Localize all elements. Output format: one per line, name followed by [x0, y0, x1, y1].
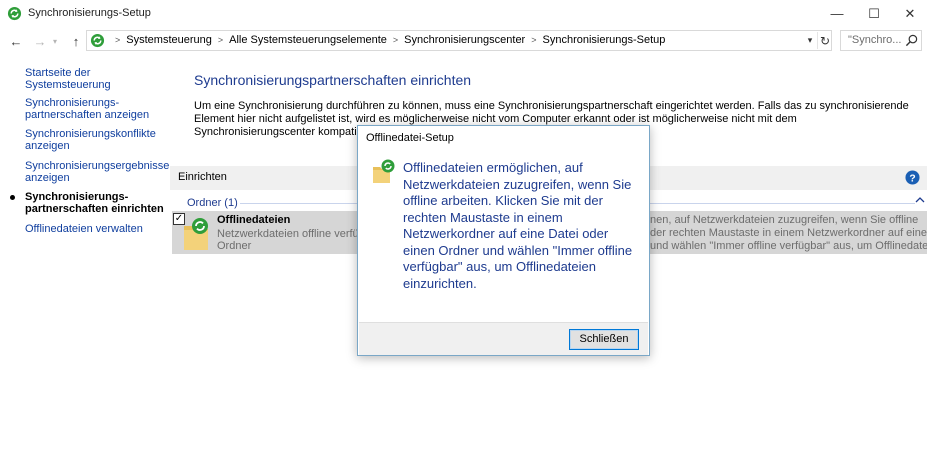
svg-text:?: ? — [909, 173, 915, 184]
dialog-footer: Schließen — [359, 322, 648, 355]
checkmark-icon: ✓ — [174, 213, 184, 224]
recent-locations-button[interactable]: ▾ — [49, 31, 61, 51]
breadcrumb-item[interactable]: Synchronisierungs-Setup — [543, 34, 666, 46]
window-title: Synchronisierungs-Setup — [28, 7, 151, 19]
address-row: ← → ▾ ↑ > Systemsteuerung > Alle Systemsteu… — [0, 27, 927, 54]
item-title: Offlinedateien — [217, 214, 291, 226]
search-input[interactable]: "Synchro... — [840, 30, 922, 51]
address-bar[interactable]: > Systemsteuerung > Alle Systemsteuerungsel… — [86, 30, 832, 51]
help-icon[interactable]: ? — [905, 170, 920, 185]
offline-files-dialog: Offlinedatei-Setup Offlinedateien ermögl… — [357, 125, 650, 356]
sync-center-icon — [7, 6, 22, 21]
address-history-button[interactable]: ▾ — [803, 33, 817, 48]
page-title: Synchronisierungspartnerschaften einrich… — [194, 72, 472, 88]
search-placeholder: "Synchro... — [848, 34, 902, 46]
item-type: Ordner — [217, 240, 252, 252]
dialog-message: Offlinedateien ermöglichen, auf Netzwerk… — [403, 160, 633, 291]
arrow-left-icon: ← — [9, 33, 23, 49]
maximize-button[interactable]: ☐ — [856, 0, 892, 27]
arrow-right-icon: → — [33, 33, 47, 49]
item-subtitle: Netzwerkdateien offline verfügb — [217, 228, 371, 240]
breadcrumb-separator-icon[interactable]: > — [531, 35, 536, 45]
maximize-icon: ☐ — [868, 5, 880, 21]
chevron-down-icon: ▾ — [52, 36, 57, 46]
breadcrumb-item[interactable]: Systemsteuerung — [126, 34, 212, 46]
breadcrumb-item[interactable]: Synchronisierungscenter — [404, 34, 525, 46]
chevron-down-icon: ▾ — [807, 35, 813, 45]
forward-button[interactable]: → — [30, 31, 50, 51]
dialog-title: Offlinedatei-Setup — [366, 132, 454, 144]
up-button[interactable]: ↑ — [66, 31, 86, 51]
arrow-up-icon: ↑ — [72, 33, 80, 49]
sync-center-icon — [90, 33, 105, 48]
collapse-group-icon[interactable] — [915, 195, 925, 205]
sidebar-item-view-partnerships[interactable]: Synchronisierungs-partnerschaften anzeig… — [25, 97, 167, 121]
offline-files-folder-icon — [373, 159, 395, 183]
dialog-body: Offlinedateien ermöglichen, auf Netzwerk… — [359, 150, 648, 322]
breadcrumb-separator-icon[interactable]: > — [218, 35, 223, 45]
search-icon — [905, 34, 918, 47]
back-button[interactable]: ← — [6, 31, 26, 51]
close-dialog-button[interactable]: Schließen — [569, 329, 639, 350]
sidebar-item-manage-offline-files[interactable]: Offlinedateien verwalten — [25, 223, 167, 235]
active-item-bullet — [10, 195, 15, 200]
close-icon: ✕ — [904, 5, 916, 21]
group-header-label[interactable]: Ordner (1) — [187, 197, 238, 209]
refresh-button[interactable]: ↻ — [817, 32, 832, 49]
item-detail: und wählen "Immer offline verfügbar" aus… — [650, 240, 927, 252]
sidebar-item-view-results[interactable]: Synchronisierungsergebnisse anzeigen — [25, 160, 169, 184]
title-bar: Synchronisierungs-Setup — ☐ ✕ — [0, 0, 927, 27]
sidebar-item-view-conflicts[interactable]: Synchronisierungskonflikte anzeigen — [25, 128, 167, 152]
breadcrumb-separator-icon: > — [115, 35, 121, 45]
item-detail: der rechten Maustaste in einem Netzwerko… — [650, 227, 927, 239]
item-detail: nen, auf Netzwerkdateien zuzugreifen, we… — [650, 214, 919, 226]
breadcrumb: > Systemsteuerung > Alle Systemsteuerungsel… — [109, 34, 665, 46]
sidebar-item-control-panel-home[interactable]: Startseite der Systemsteuerung — [25, 67, 167, 91]
setup-header-label[interactable]: Einrichten — [178, 171, 227, 183]
item-checkbox[interactable]: ✓ — [173, 213, 185, 225]
close-window-button[interactable]: ✕ — [892, 0, 927, 27]
minimize-icon: — — [830, 6, 844, 21]
breadcrumb-item[interactable]: Alle Systemsteuerungselemente — [229, 34, 387, 46]
breadcrumb-separator-icon[interactable]: > — [393, 35, 398, 45]
refresh-icon: ↻ — [819, 33, 831, 48]
sidebar-item-setup-partnerships[interactable]: Synchronisierungs-partnerschaften einric… — [25, 191, 167, 215]
sidebar: Startseite der Systemsteuerung Synchroni… — [0, 54, 170, 458]
minimize-button[interactable]: — — [819, 0, 855, 27]
